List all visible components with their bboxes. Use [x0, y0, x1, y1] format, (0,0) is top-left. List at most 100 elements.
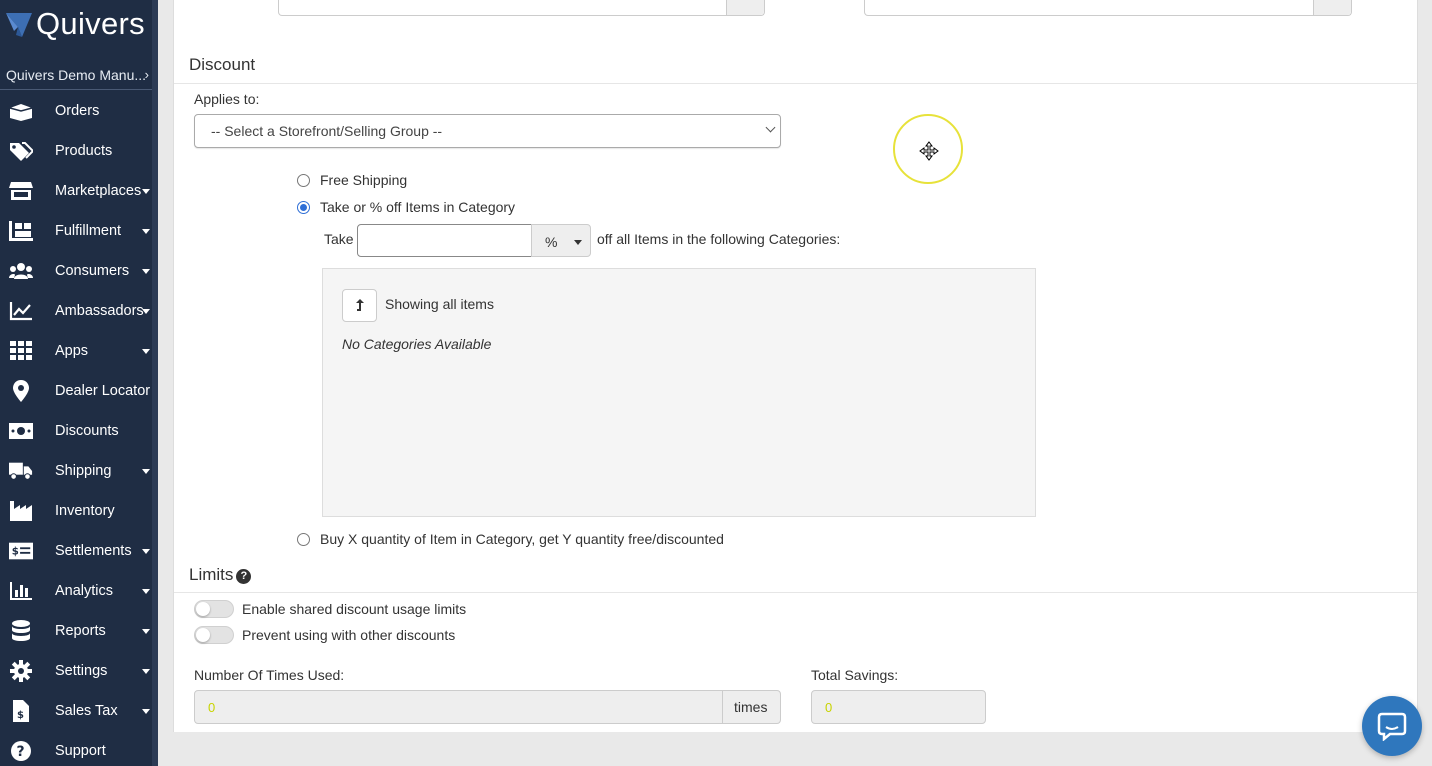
caret-down-icon: [142, 669, 150, 674]
users-icon: [9, 260, 33, 282]
option-buy-x-get-y[interactable]: Buy X quantity of Item in Category, get …: [297, 531, 724, 547]
caret-down-icon: [142, 709, 150, 714]
showing-all-items-text: Showing all items: [385, 296, 494, 312]
sidebar-item-reports[interactable]: Reports: [0, 611, 152, 651]
main-panel: Discount Applies to: -- Select a Storefr…: [173, 0, 1418, 732]
level-up-icon: [355, 298, 364, 311]
tags-icon: [9, 140, 33, 162]
total-savings-label: Total Savings:: [811, 667, 899, 683]
sidebar-item-sales-tax[interactable]: $ Sales Tax: [0, 691, 152, 731]
option-take-percent[interactable]: Take or % off Items in Category: [297, 199, 515, 215]
total-savings-field: 0: [811, 690, 986, 724]
sidebar-item-support[interactable]: ? Support: [0, 731, 152, 766]
take-suffix-label: off all Items in the following Categorie…: [597, 231, 841, 247]
brand-name: Quivers: [36, 6, 145, 41]
sidebar-item-label: Orders: [55, 103, 100, 119]
org-switcher[interactable]: Quivers Demo Manu... ›: [0, 60, 152, 90]
sidebar-item-analytics[interactable]: Analytics: [0, 571, 152, 611]
category-browser: Showing all items No Categories Availabl…: [322, 268, 1036, 517]
industry-icon: [9, 500, 33, 522]
buy-x-label: Buy X quantity of Item in Category, get …: [320, 531, 724, 547]
times-addon: times: [722, 690, 781, 724]
pallet-icon: [9, 220, 33, 242]
caret-down-icon: [142, 309, 150, 314]
chart-line-icon: [9, 300, 33, 322]
input-addon: [1313, 0, 1351, 15]
shared-limits-toggle[interactable]: [194, 600, 234, 618]
free-shipping-radio[interactable]: [297, 173, 310, 187]
sidebar-item-settlements[interactable]: $ Settlements: [0, 531, 152, 571]
bar-chart-icon: [9, 580, 33, 602]
sidebar-item-fulfillment[interactable]: Fulfillment: [0, 211, 152, 251]
quivers-logo[interactable]: Quivers: [4, 6, 145, 42]
sidebar-item-dealer-locator[interactable]: Dealer Locator: [0, 371, 152, 411]
sidebar-item-label: Dealer Locator: [55, 383, 151, 399]
sidebar-scrollbar[interactable]: [152, 0, 158, 766]
sidebar-item-label: Inventory: [55, 503, 115, 519]
shared-limits-label: Enable shared discount usage limits: [242, 601, 467, 617]
svg-text:?: ?: [17, 744, 25, 760]
sidebar-item-settings[interactable]: Settings: [0, 651, 152, 691]
truck-icon: [9, 460, 33, 482]
take-amount-input[interactable]: [357, 224, 532, 257]
caret-down-icon: [142, 229, 150, 234]
total-savings-value: 0: [825, 700, 833, 715]
chevron-down-icon: [765, 122, 776, 133]
input-addon: [726, 0, 764, 15]
applies-to-label: Applies to:: [194, 91, 260, 107]
take-percent-radio[interactable]: [297, 200, 310, 214]
applies-to-select[interactable]: -- Select a Storefront/Selling Group --: [194, 114, 781, 148]
money-bill-icon: [9, 420, 33, 442]
take-percent-label: Take or % off Items in Category: [320, 199, 516, 215]
sidebar-item-label: Ambassadors: [55, 303, 144, 319]
discount-section-title: Discount: [189, 55, 256, 74]
box-icon: [9, 100, 33, 122]
chat-widget-button[interactable]: [1362, 696, 1422, 756]
sidebar-item-ambassadors[interactable]: Ambassadors: [0, 291, 152, 331]
svg-text:$: $: [12, 547, 19, 558]
caret-down-icon: [574, 240, 582, 245]
sidebar-item-label: Settlements: [55, 543, 132, 559]
limits-title-text: Limits: [189, 565, 234, 584]
option-free-shipping[interactable]: Free Shipping: [297, 172, 407, 188]
caret-down-icon: [142, 589, 150, 594]
limits-section-title: Limits?: [189, 565, 252, 585]
sidebar-item-consumers[interactable]: Consumers: [0, 251, 152, 291]
sidebar-item-label: Apps: [55, 343, 89, 359]
sidebar-item-label: Settings: [55, 663, 108, 679]
sidebar: Quivers Quivers Demo Manu... › Orders Pr…: [0, 0, 158, 766]
times-used-field: 0: [194, 690, 723, 724]
prevent-other-label: Prevent using with other discounts: [242, 627, 456, 643]
question-circle-icon[interactable]: ?: [236, 569, 252, 584]
sidebar-item-marketplaces[interactable]: Marketplaces: [0, 171, 152, 211]
section-divider: [174, 83, 1417, 84]
unit-select[interactable]: %: [531, 224, 591, 257]
applies-to-value: -- Select a Storefront/Selling Group --: [211, 123, 443, 139]
sidebar-item-inventory[interactable]: Inventory: [0, 491, 152, 531]
file-dollar-icon: $: [9, 700, 33, 722]
sidebar-item-label: Products: [55, 143, 113, 159]
sidebar-item-orders[interactable]: Orders: [0, 91, 152, 131]
sidebar-item-label: Sales Tax: [55, 703, 118, 719]
sidebar-item-label: Analytics: [55, 583, 114, 599]
unit-value: %: [545, 234, 558, 250]
sidebar-item-label: Reports: [55, 623, 106, 639]
level-up-button[interactable]: [342, 289, 377, 322]
sidebar-item-discounts[interactable]: Discounts: [0, 411, 152, 451]
store-icon: [9, 180, 33, 202]
sidebar-item-products[interactable]: Products: [0, 131, 152, 171]
sidebar-item-label: Fulfillment: [55, 223, 122, 239]
sidebar-item-apps[interactable]: Apps: [0, 331, 152, 371]
sidebar-item-label: Support: [55, 743, 106, 759]
sidebar-item-label: Consumers: [55, 263, 130, 279]
map-pin-icon: [9, 380, 33, 402]
move-cursor-icon: [919, 141, 939, 161]
prevent-other-discounts-toggle[interactable]: [194, 626, 234, 644]
quivers-logo-mark: [6, 13, 32, 37]
buy-x-radio[interactable]: [297, 532, 310, 546]
cutoff-input-left[interactable]: [278, 0, 765, 16]
cutoff-input-right[interactable]: [864, 0, 1352, 16]
times-used-label: Number Of Times Used:: [194, 667, 345, 683]
sidebar-item-shipping[interactable]: Shipping: [0, 451, 152, 491]
take-label: Take: [324, 231, 354, 247]
